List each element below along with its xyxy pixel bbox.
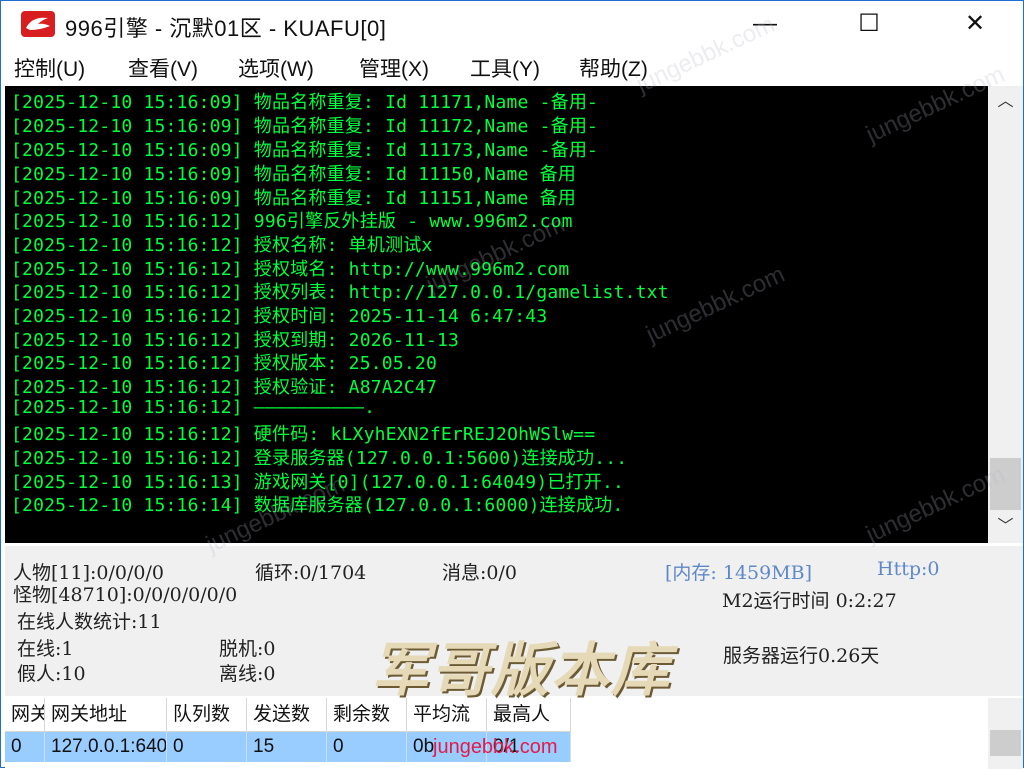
online-stats: 在线人数统计:11 [17,611,162,633]
m2-runtime: M2运行时间 0:2:27 [722,590,897,612]
menu-tools[interactable]: 工具(Y) [470,53,540,83]
table-scrollbar[interactable] [988,698,1023,769]
close-button[interactable]: ✕ [947,1,1003,47]
http-count: Http:0 [877,558,940,580]
log-line: [2025-12-10 15:16:12] 授权列表: http://127.0… [11,282,669,303]
watermark-url: jungebbk.com [433,736,558,758]
log-line: [2025-12-10 15:16:12] 授权时间: 2025-11-14 6… [11,306,548,327]
maximize-button[interactable]: ☐ [841,1,897,47]
column-header[interactable]: 网关地址 [45,698,167,732]
menu-options[interactable]: 选项(W) [238,53,314,83]
log-line: [2025-12-10 15:16:14] 数据库服务器(127.0.0.1:6… [11,495,624,516]
table-cell[interactable]: 0 [327,732,407,762]
menu-manage[interactable]: 管理(X) [359,53,429,83]
monsters-count: 怪物[48710]:0/0/0/0/0/0 [13,584,238,606]
column-header[interactable]: 发送数 [247,698,327,732]
log-line: [2025-12-10 15:16:09] 物品名称重复: Id 11171,N… [11,92,599,113]
column-header[interactable]: 网关 [5,698,45,732]
server-window: 996引擎 - 沉默01区 - KUAFU[0] — ☐ ✕ 控制(U) 查看(… [0,0,1024,769]
table-cell[interactable]: 127.0.0.1:64049 [45,732,167,762]
table-scroll-thumb[interactable] [990,730,1021,756]
table-cell[interactable]: 15 [247,732,327,762]
title-bar[interactable]: 996引擎 - 沉默01区 - KUAFU[0] — ☐ ✕ [1,1,1023,51]
offline-bot-count: 脱机:0 [219,638,276,660]
scroll-down-icon[interactable]: ﹀ [988,511,1023,543]
log-line: [2025-12-10 15:16:09] 物品名称重复: Id 11173,N… [11,140,599,161]
log-line: [2025-12-10 15:16:12] 授权验证: A87A2C47 [11,377,437,398]
console-scrollbar[interactable]: ︿ ﹀ [988,86,1023,543]
menu-bar: 控制(U) 查看(V) 选项(W) 管理(X) 工具(Y) 帮助(Z) [1,51,1023,85]
log-line: [2025-12-10 15:16:12] 登录服务器(127.0.0.1:56… [11,448,628,469]
column-header[interactable]: 队列数 [167,698,247,732]
log-line: [2025-12-10 15:16:09] 物品名称重复: Id 11150,N… [11,164,577,185]
loop-count: 循环:0/1704 [255,562,367,584]
table-cell[interactable]: 0 [167,732,247,762]
log-line: [2025-12-10 15:16:12] 授权版本: 25.05.20 [11,353,437,374]
app-logo-icon [21,11,55,37]
offline-count: 离线:0 [219,663,276,685]
memory-usage: [内存: 1459MB] [665,562,813,584]
log-line: [2025-12-10 15:16:12] ——————————. [11,397,376,418]
log-line: [2025-12-10 15:16:12] 硬件码: kLXyhEXN2fErR… [11,424,596,445]
log-console[interactable]: [2025-12-10 15:16:09] 物品名称重复: Id 11171,N… [5,86,988,543]
scroll-thumb[interactable] [990,458,1021,510]
window-title: 996引擎 - 沉默01区 - KUAFU[0] [65,16,387,41]
watermark-logo: 军哥版本库 [371,636,672,704]
table-cell[interactable]: 0 [5,732,45,762]
menu-view[interactable]: 查看(V) [128,53,198,83]
message-count: 消息:0/0 [442,562,517,584]
menu-control[interactable]: 控制(U) [14,53,85,83]
server-runtime: 服务器运行0.26天 [723,645,880,667]
scroll-up-icon[interactable]: ︿ [988,86,1023,118]
log-line: [2025-12-10 15:16:12] 996引擎反外挂版 - www.99… [11,211,573,232]
fake-player-count: 假人:10 [17,663,86,685]
log-line: [2025-12-10 15:16:09] 物品名称重复: Id 11172,N… [11,116,599,137]
menu-help[interactable]: 帮助(Z) [579,53,648,83]
online-count: 在线:1 [17,638,74,660]
log-line: [2025-12-10 15:16:12] 授权名称: 单机测试x [11,235,433,256]
minimize-button[interactable]: — [737,1,793,47]
